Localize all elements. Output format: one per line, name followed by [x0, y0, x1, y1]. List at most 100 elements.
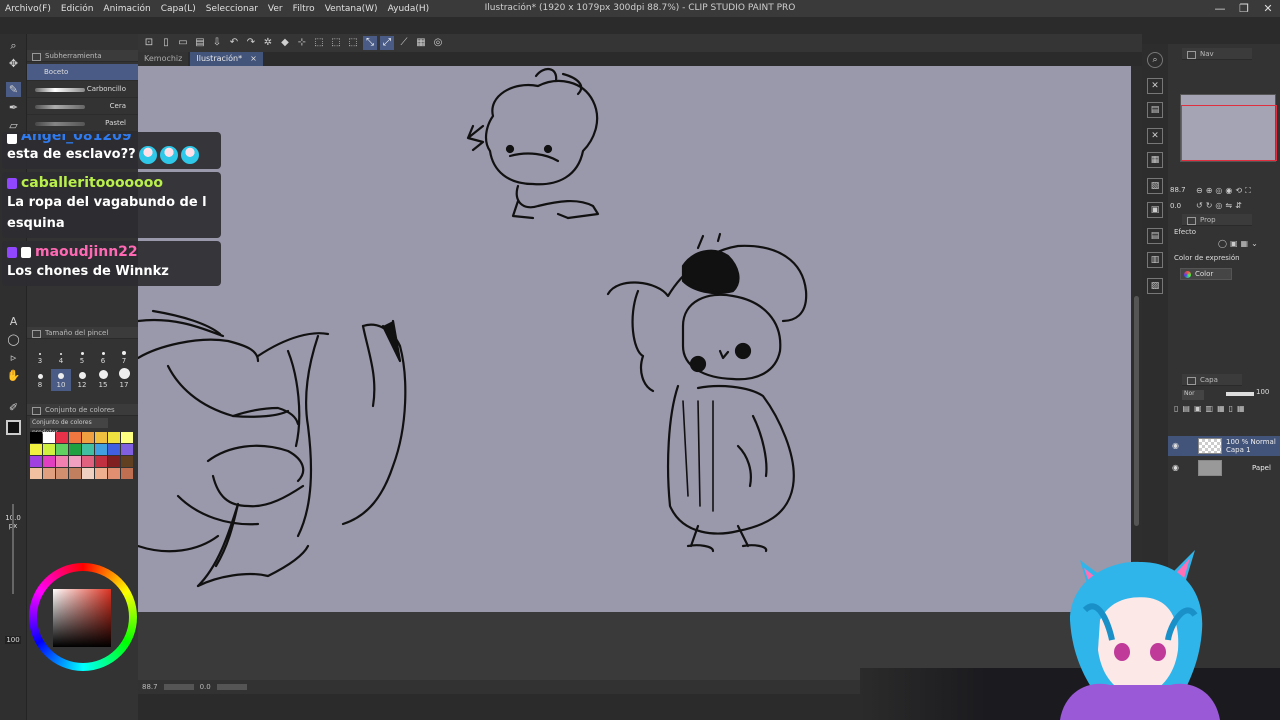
hand-icon[interactable]: ✋ — [6, 368, 21, 383]
brush-size-option[interactable]: 6 — [93, 345, 113, 367]
color-swatch[interactable] — [108, 468, 120, 479]
color-swatch[interactable] — [69, 444, 81, 455]
redo-icon[interactable]: ↷ — [244, 36, 258, 50]
navigator-rotate-buttons[interactable]: ↺↻◎⇋⇵ — [1196, 201, 1245, 210]
materials-icon[interactable]: ▤ — [1147, 102, 1163, 118]
color-swatch[interactable] — [56, 432, 68, 443]
subtool-item-boceto[interactable]: Boceto — [27, 64, 138, 81]
color-swatch[interactable] — [56, 468, 68, 479]
color-swatch[interactable] — [82, 468, 94, 479]
brush-size-option[interactable]: 8 — [30, 369, 50, 391]
new-file-icon[interactable]: ▯ — [159, 36, 173, 50]
layer-row-capa1[interactable]: ◉ 100 % Normal Capa 1 — [1168, 436, 1280, 456]
size-slider[interactable] — [12, 504, 14, 594]
color-swatch[interactable] — [82, 432, 94, 443]
menu-ventana[interactable]: Ventana(W) — [320, 4, 383, 14]
layer-tool-buttons[interactable]: ▯▤▣▥▦▯▦ — [1174, 404, 1249, 413]
layer-row-papel[interactable]: ◉ Papel — [1168, 458, 1280, 478]
close-panel-icon[interactable]: ✕ — [1147, 78, 1163, 94]
menu-archivo[interactable]: Archivo(F) — [0, 4, 56, 14]
color-swatch[interactable] — [30, 432, 42, 443]
color-swatch[interactable] — [30, 468, 42, 479]
visibility-eye-icon[interactable]: ◉ — [1172, 441, 1179, 450]
move-icon[interactable]: ✥ — [6, 56, 21, 71]
brush-size-option[interactable]: 3 — [30, 345, 50, 367]
rotation-slider[interactable] — [216, 684, 247, 690]
color-swatch[interactable] — [69, 432, 81, 443]
deselect-icon[interactable]: ⬚ — [329, 36, 343, 50]
menu-animacion[interactable]: Animación — [98, 4, 155, 14]
color-swatch[interactable] — [108, 432, 120, 443]
color-swatch[interactable] — [95, 456, 107, 467]
open-file-icon[interactable]: ▭ — [176, 36, 190, 50]
eraser-icon[interactable]: ▱ — [6, 118, 21, 133]
brush-size-option[interactable]: 7 — [114, 345, 134, 367]
color-swatch[interactable] — [95, 444, 107, 455]
color-swatch[interactable] — [43, 444, 55, 455]
color-swatch[interactable] — [30, 456, 42, 467]
history-icon[interactable]: ▧ — [1147, 178, 1163, 194]
visibility-eye-icon[interactable]: ◉ — [1172, 463, 1179, 472]
color-swatch[interactable] — [82, 444, 94, 455]
snap-special-ruler-icon[interactable]: ⤢ — [380, 36, 394, 50]
zoom-slider[interactable] — [163, 684, 194, 690]
color-swatch[interactable] — [108, 444, 120, 455]
brush-size-option[interactable]: 10 — [51, 369, 71, 391]
layer-opacity-slider[interactable] — [1226, 392, 1254, 396]
tab-ilustracion[interactable]: Ilustración* × — [190, 52, 263, 66]
pencil-icon[interactable]: ✎ — [6, 82, 21, 97]
color-swatch[interactable] — [43, 468, 55, 479]
color-swatch[interactable] — [95, 468, 107, 479]
color-swatch[interactable] — [69, 468, 81, 479]
layer-opacity-value[interactable]: 100 — [1256, 388, 1269, 396]
subtool-item-carboncillo[interactable]: Carboncillo — [27, 81, 138, 98]
close-button[interactable]: ✕ — [1256, 0, 1280, 17]
color-swatch[interactable] — [121, 444, 133, 455]
select-icon[interactable]: ▹ — [6, 350, 21, 365]
color-swatch[interactable] — [121, 468, 133, 479]
settings-icon[interactable]: ✲ — [261, 36, 275, 50]
clip-studio-icon[interactable]: ◎ — [431, 36, 445, 50]
sub-view-icon[interactable]: ▥ — [1147, 252, 1163, 268]
vertical-scrollbar[interactable] — [1131, 66, 1142, 612]
color-swatch[interactable] — [43, 456, 55, 467]
close-panel-icon[interactable]: ✕ — [1147, 128, 1163, 144]
color-swatch[interactable] — [43, 432, 55, 443]
search-icon[interactable]: ⌕ — [1147, 52, 1163, 68]
snap-grid-icon[interactable]: ⟋ — [397, 36, 411, 50]
brush-size-option[interactable]: 15 — [93, 369, 113, 391]
color-swatch[interactable] — [82, 456, 94, 467]
menu-capa[interactable]: Capa(L) — [156, 4, 201, 14]
scrollbar-thumb[interactable] — [1134, 296, 1139, 526]
color-swatch[interactable] — [69, 456, 81, 467]
navigator-zoom-buttons[interactable]: ⊖⊕◎◉⟲⛶ — [1196, 186, 1254, 196]
color-swatch[interactable] — [56, 444, 68, 455]
color-icon[interactable]: ▦ — [414, 36, 428, 50]
zoom-icon[interactable]: ⌕ — [6, 38, 21, 53]
undo-icon[interactable]: ↶ — [227, 36, 241, 50]
menu-filtro[interactable]: Filtro — [288, 4, 320, 14]
invert-selection-icon[interactable]: ⬚ — [346, 36, 360, 50]
color-set-select[interactable]: Conjunto de colores predeter — [30, 418, 108, 436]
drawing-canvas[interactable] — [138, 66, 1131, 612]
fill-icon[interactable]: ◆ — [278, 36, 292, 50]
color-swatch[interactable] — [121, 456, 133, 467]
close-tab-icon[interactable]: × — [250, 52, 257, 66]
main-color-swatch[interactable] — [6, 420, 21, 435]
color-swatch[interactable] — [56, 456, 68, 467]
saturation-value-square[interactable] — [53, 589, 111, 647]
pen-icon[interactable]: ✒ — [6, 100, 21, 115]
blend-mode-select[interactable]: Nor — [1182, 390, 1204, 400]
brush-size-option[interactable]: 5 — [72, 345, 92, 367]
minimize-button[interactable]: — — [1208, 0, 1232, 17]
maximize-button[interactable]: ❐ — [1232, 0, 1256, 17]
menu-ver[interactable]: Ver — [263, 4, 288, 14]
transform-icon[interactable]: ⊹ — [295, 36, 309, 50]
navigator-viewport-frame[interactable] — [1181, 105, 1277, 161]
palette-icon[interactable]: ▨ — [1147, 278, 1163, 294]
color-expression-select[interactable]: Color — [1180, 268, 1232, 280]
subtool-item-cera[interactable]: Cera — [27, 98, 138, 115]
lasso-icon[interactable]: ◯ — [6, 332, 21, 347]
tab-kemochiz[interactable]: Kemochiz — [138, 52, 189, 66]
text-icon[interactable]: A — [6, 314, 21, 329]
